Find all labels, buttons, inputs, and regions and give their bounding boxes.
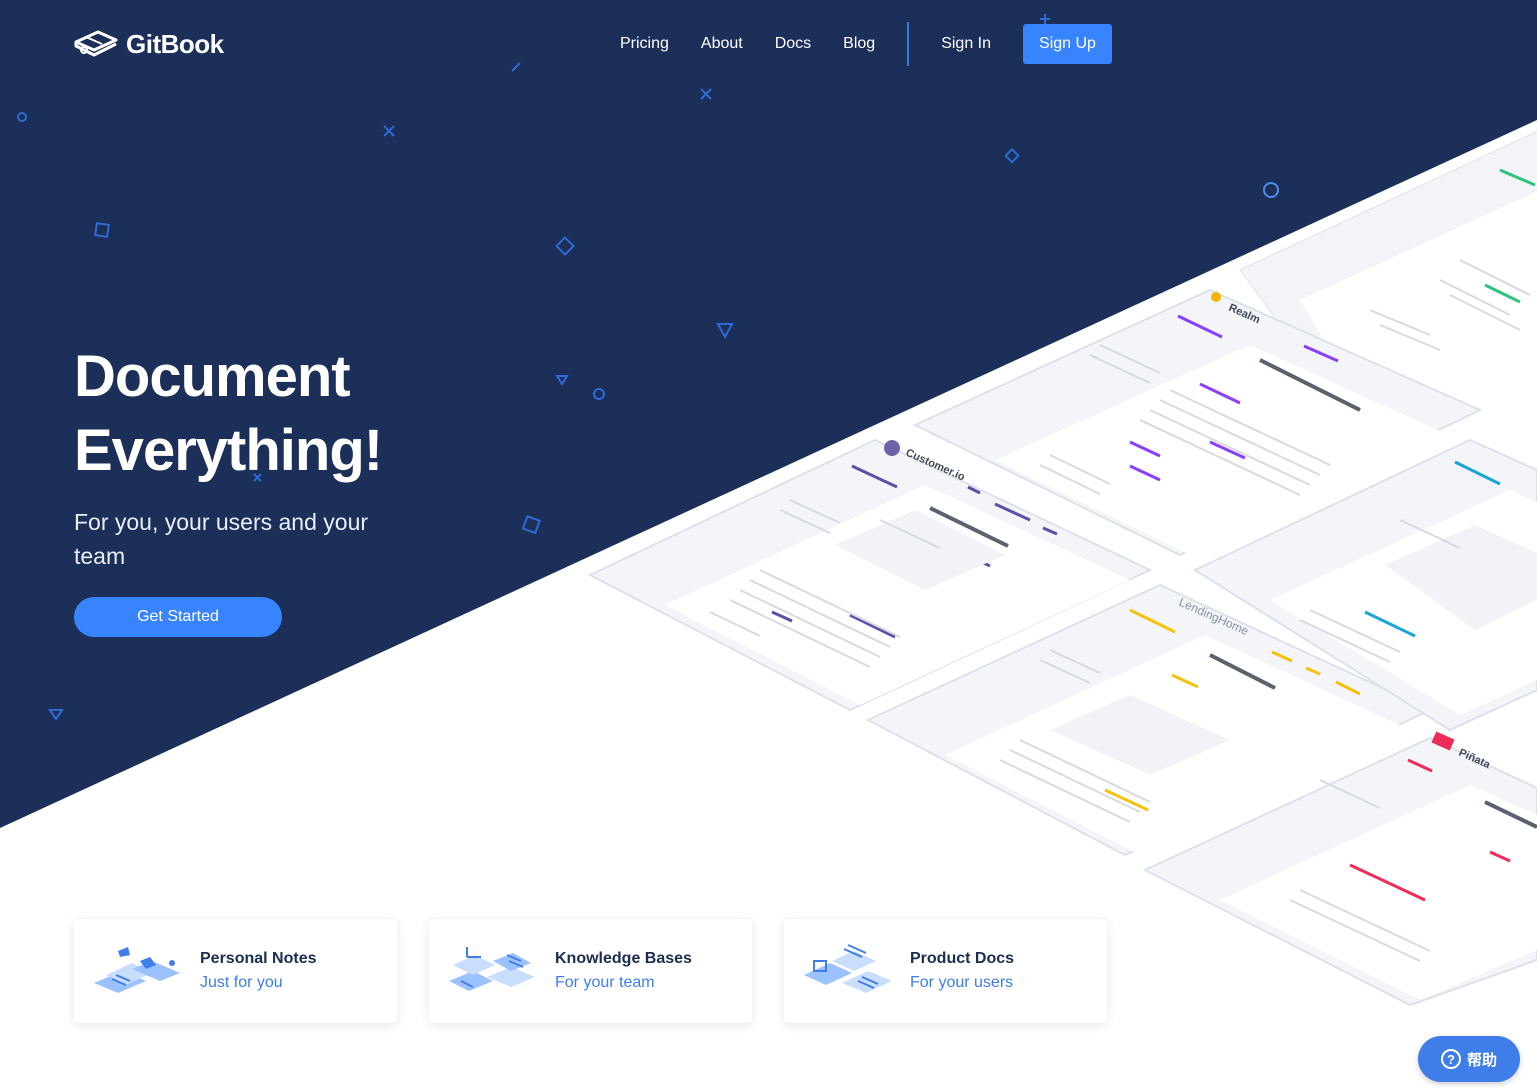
nav-blog[interactable]: Blog (827, 24, 891, 64)
card-subtitle: For your team (555, 974, 655, 991)
gitbook-logo-icon (74, 30, 118, 57)
card-subtitle: Just for you (200, 974, 283, 991)
nav-divider (907, 22, 910, 66)
card-title: Personal Notes (200, 950, 317, 967)
knowledge-bases-illustration-icon (449, 947, 535, 991)
hero-headline: Document Everything! (74, 340, 383, 488)
nav-pricing[interactable]: Pricing (604, 24, 685, 64)
nav-docs[interactable]: Docs (759, 24, 827, 64)
card-product-docs[interactable]: Product Docs For your users (784, 919, 1107, 1023)
headline-line-2: Everything! (74, 418, 383, 483)
help-button[interactable]: ? 帮助 (1418, 1036, 1520, 1082)
get-started-button[interactable]: Get Started (74, 597, 282, 637)
card-title: Knowledge Bases (555, 950, 692, 967)
question-icon: ? (1440, 1049, 1461, 1069)
card-subtitle: For your users (910, 974, 1014, 991)
main-nav: Pricing About Docs Blog Sign In Sign Up (604, 22, 1112, 66)
hero-subheadline: For you, your users and your team (74, 509, 369, 569)
help-label: 帮助 (1466, 1051, 1497, 1069)
sign-in-link[interactable]: Sign In (925, 24, 1007, 64)
nav-about[interactable]: About (685, 24, 759, 64)
brand-name: GitBook (126, 28, 224, 59)
feature-cards: Personal Notes Just for you Knowledge Ba… (74, 919, 1107, 1023)
card-personal-notes[interactable]: Personal Notes Just for you (74, 919, 397, 1023)
personal-notes-illustration-icon (94, 947, 180, 993)
product-docs-illustration-icon (804, 944, 892, 993)
card-title: Product Docs (910, 950, 1015, 967)
sign-up-button[interactable]: Sign Up (1023, 24, 1112, 64)
headline-line-1: Document (74, 344, 351, 409)
card-knowledge-bases[interactable]: Knowledge Bases For your team (429, 919, 752, 1023)
brand-logo[interactable]: GitBook (74, 28, 224, 60)
